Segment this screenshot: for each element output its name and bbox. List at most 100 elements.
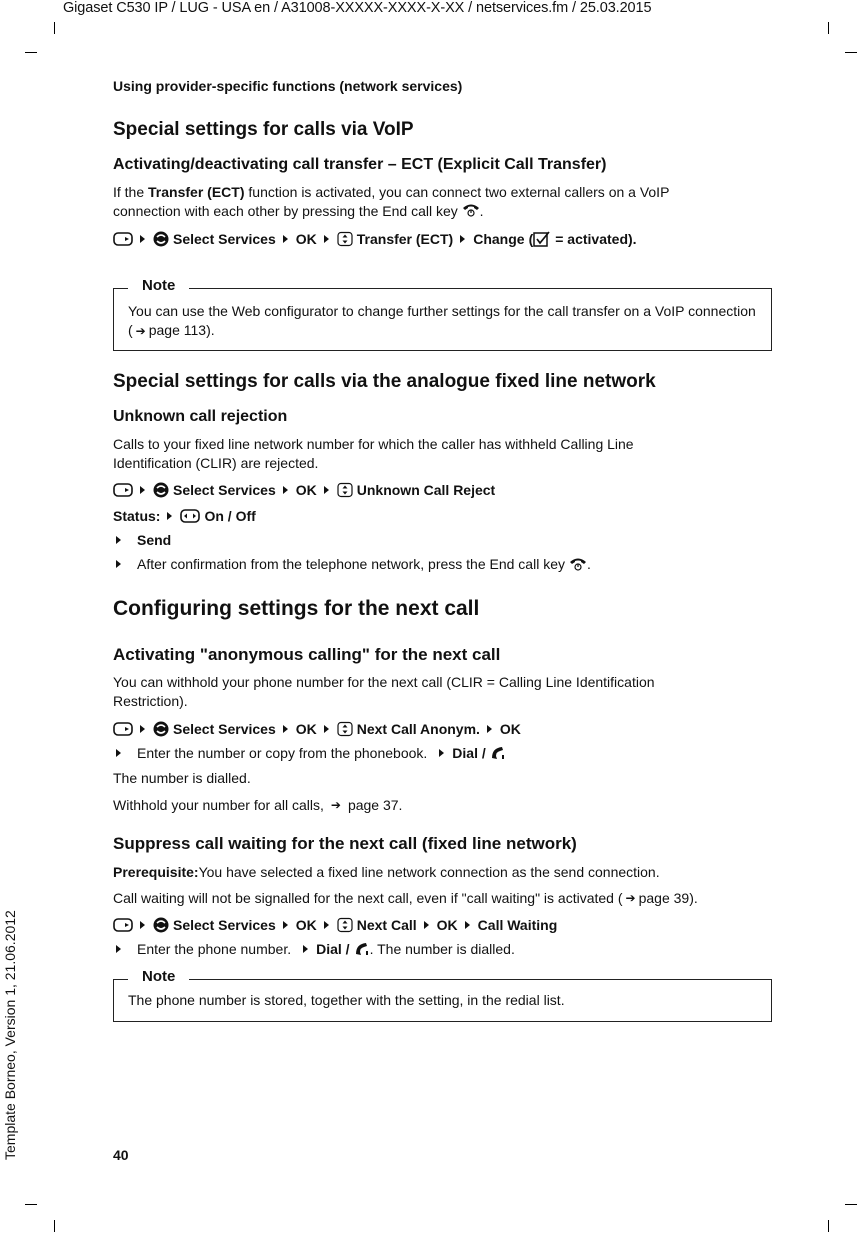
menu-item-next-call[interactable]: Next Call: [357, 917, 417, 933]
services-icon: [153, 721, 169, 737]
status-toggle-value[interactable]: On / Off: [204, 508, 255, 524]
status-label: Status:: [113, 507, 161, 524]
step-arrow-icon: [140, 724, 145, 733]
step-arrow-icon: [439, 748, 445, 757]
section-title-analogue: Special settings for calls via the analo…: [113, 371, 656, 392]
subsection-title-suppress-call-waiting: Suppress call waiting for the next call …: [113, 834, 577, 853]
page-reference-arrow-icon: ➔: [330, 797, 341, 812]
step-send: Send: [113, 530, 171, 549]
template-version-label: Template Borneo, Version 1, 21.06.2012: [2, 910, 18, 1160]
menu-item-select-services[interactable]: Select Services: [173, 231, 276, 247]
step-arrow-icon: [486, 724, 492, 733]
anonymous-calling-description: You can withhold your phone number for t…: [113, 674, 655, 709]
step-arrow-icon: [116, 748, 121, 757]
navigation-key-up-down-icon: [337, 231, 353, 247]
crop-mark: [828, 1220, 829, 1232]
note-box-redial-list: Note The phone number is stored, togethe…: [113, 968, 772, 1022]
services-icon: [153, 482, 169, 498]
menu-path-unknown-call-reject: Select Services OK Unknown Call Reject: [113, 480, 495, 499]
menu-key-icon: [113, 231, 133, 247]
menu-item-select-services[interactable]: Select Services: [173, 482, 276, 498]
step-arrow-icon: [464, 920, 470, 929]
number-dialled-text: The number is dialled.: [113, 769, 251, 786]
menu-item-next-call-anonym[interactable]: Next Call Anonym.: [357, 721, 480, 737]
step-arrow-icon: [323, 485, 329, 494]
step-arrow-icon: [323, 234, 329, 243]
change-softkey[interactable]: Change: [473, 231, 524, 247]
ok-softkey[interactable]: OK: [296, 917, 317, 933]
note-label: Note: [128, 968, 190, 985]
crop-mark: [54, 1220, 55, 1232]
step-arrow-icon: [167, 511, 173, 520]
document-header: Gigaset C530 IP / LUG - USA en / A31008-…: [63, 0, 652, 16]
ok-softkey[interactable]: OK: [296, 721, 317, 737]
checkbox-checked-icon: [533, 231, 551, 247]
page-number: 40: [113, 1147, 129, 1163]
menu-path-ect: Select Services OK Transfer (ECT) Change…: [113, 229, 637, 248]
navigation-key-left-right-icon: [180, 508, 200, 524]
menu-item-select-services[interactable]: Select Services: [173, 721, 276, 737]
dial-softkey[interactable]: Dial /: [316, 941, 349, 957]
page-reference-arrow-icon: ➔: [135, 324, 146, 338]
menu-key-icon: [113, 482, 133, 498]
ect-description: If the Transfer (ECT) function is activa…: [113, 184, 670, 219]
note-box-web-configurator: Note You can use the Web configurator to…: [113, 277, 772, 351]
step-arrow-icon: [140, 234, 145, 243]
services-icon: [153, 917, 169, 933]
unknown-call-description: Calls to your fixed line network number …: [113, 436, 634, 471]
section-title-voip: Special settings for calls via VoIP: [113, 119, 414, 140]
talk-key-icon: [354, 941, 370, 957]
menu-item-select-services[interactable]: Select Services: [173, 917, 276, 933]
call-waiting-description: Call waiting will not be signalled for t…: [113, 889, 698, 906]
dial-softkey[interactable]: Dial /: [452, 745, 485, 761]
services-icon: [153, 231, 169, 247]
step-arrow-icon: [323, 920, 329, 929]
crop-mark: [25, 52, 37, 53]
page-reference-link[interactable]: page 113: [149, 322, 206, 338]
crop-mark: [828, 22, 829, 34]
navigation-key-up-down-icon: [337, 721, 353, 737]
note-text: The phone number is stored, together wit…: [128, 992, 565, 1008]
step-arrow-icon: [323, 724, 329, 733]
crop-mark: [845, 1204, 857, 1205]
page-reference-arrow-icon: ➔: [625, 890, 636, 905]
page-reference-link[interactable]: page 37.: [348, 797, 403, 813]
subsection-title-unknown-call-rejection: Unknown call rejection: [113, 408, 288, 425]
page-reference-link[interactable]: page 39: [639, 890, 690, 906]
menu-key-icon: [113, 917, 133, 933]
note-text: You can use the Web configurator to chan…: [128, 303, 756, 338]
menu-path-next-call: Select Services OK Next Call OK Call Wai…: [113, 915, 557, 934]
menu-item-transfer-ect[interactable]: Transfer (ECT): [357, 231, 453, 247]
menu-path-next-call-anonym: Select Services OK Next Call Anonym. OK: [113, 719, 521, 738]
step-arrow-icon: [116, 944, 121, 953]
end-call-key-icon: [569, 556, 587, 572]
ok-softkey[interactable]: OK: [296, 482, 317, 498]
section-title-next-call: Configuring settings for the next call: [113, 597, 480, 620]
transfer-ect-term: Transfer (ECT): [148, 184, 245, 200]
step-arrow-icon: [282, 724, 288, 733]
step-arrow-icon: [460, 234, 466, 243]
step-arrow-icon: [140, 920, 145, 929]
withhold-all-calls-text: Withhold your number for all calls, ➔ pa…: [113, 796, 403, 813]
status-setting-line: Status: On / Off: [113, 506, 256, 525]
step-enter-number: Enter the number or copy from the phoneb…: [113, 743, 506, 762]
send-softkey[interactable]: Send: [137, 532, 171, 548]
ok-softkey[interactable]: OK: [500, 721, 521, 737]
subsection-title-ect: Activating/deactivating call transfer – …: [113, 156, 607, 173]
step-arrow-icon: [282, 485, 288, 494]
prerequisite-text: Prerequisite: You have selected a fixed …: [113, 863, 660, 880]
talk-key-icon: [490, 745, 506, 761]
step-arrow-icon: [116, 559, 121, 568]
step-confirm: After confirmation from the telephone ne…: [113, 554, 591, 573]
step-arrow-icon: [303, 944, 309, 953]
end-call-key-icon: [462, 202, 480, 218]
step-enter-phone-number: Enter the phone number. Dial / . The num…: [113, 939, 515, 958]
step-arrow-icon: [282, 234, 288, 243]
note-label: Note: [128, 277, 190, 294]
menu-item-unknown-call-reject[interactable]: Unknown Call Reject: [357, 482, 495, 498]
step-arrow-icon: [140, 485, 145, 494]
ok-softkey[interactable]: OK: [437, 917, 458, 933]
menu-item-call-waiting[interactable]: Call Waiting: [478, 917, 558, 933]
ok-softkey[interactable]: OK: [296, 231, 317, 247]
running-head: Using provider-specific functions (netwo…: [113, 78, 463, 94]
